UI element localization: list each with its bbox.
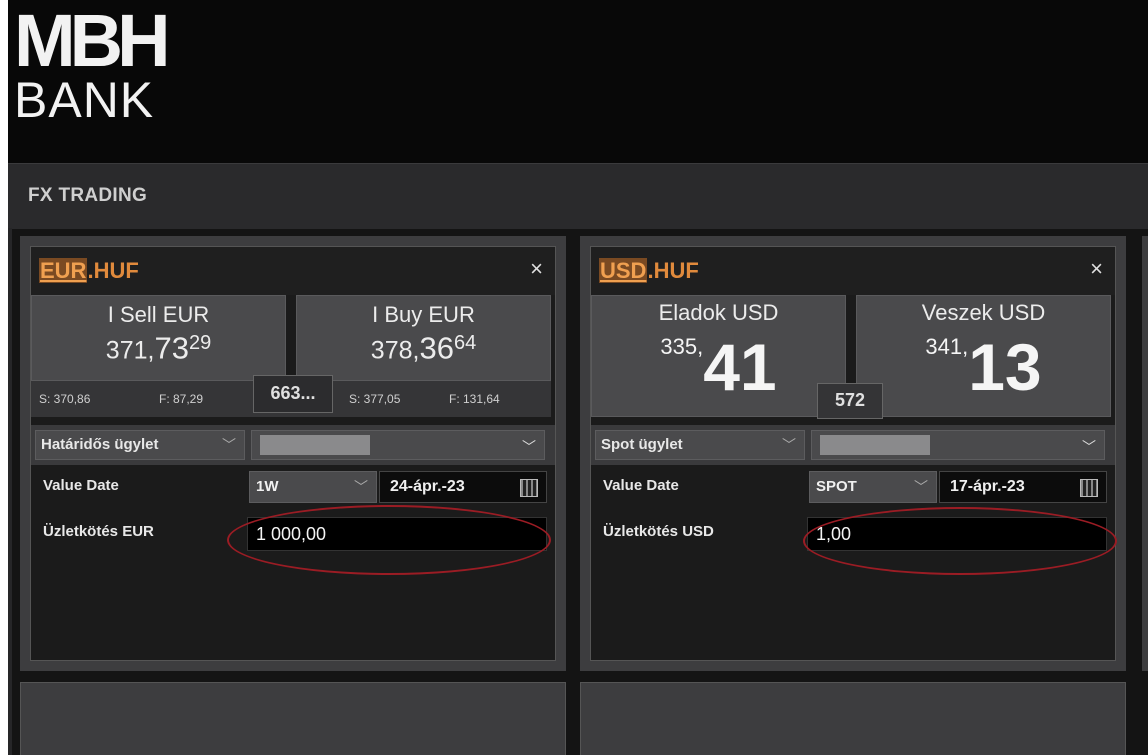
pair-quote: .HUF	[647, 258, 699, 283]
bank-logo: MBH BANK	[14, 0, 171, 128]
buy-price-pip: 64	[453, 332, 477, 354]
buy-price-lead: 378,	[370, 336, 420, 365]
tile-eurhuf-inner: EUR.HUF × I Sell EUR 371,7329 I Buy EUR …	[30, 246, 556, 661]
tile-header: USD.HUF ×	[591, 247, 1115, 295]
currency-pair[interactable]: USD.HUF	[599, 258, 699, 284]
next-tile-edge	[1142, 236, 1148, 671]
account-placeholder	[260, 435, 370, 455]
sell-label: I Sell EUR	[107, 302, 210, 327]
account-placeholder	[820, 435, 930, 455]
tenor-value: 1W	[256, 478, 279, 495]
sell-label: Eladok USD	[658, 300, 779, 325]
value-date-row: Value Date 1W ﹀ 24-ápr.-23	[31, 471, 555, 511]
sell-sub-f: F: 87,29	[159, 392, 204, 406]
sell-price-lead: 371,	[105, 336, 155, 365]
buy-price: 341,13	[857, 332, 1110, 412]
chevron-down-icon: ﹀	[354, 479, 368, 495]
tile-header: EUR.HUF ×	[31, 247, 555, 295]
value-date-row: Value Date SPOT ﹀ 17-ápr.-23	[591, 471, 1115, 511]
tile-empty-1	[20, 682, 566, 755]
close-icon[interactable]: ×	[1090, 256, 1103, 282]
tenor-select[interactable]: 1W ﹀	[249, 471, 377, 503]
spread-badge: 663...	[253, 375, 333, 413]
chevron-down-icon: ﹀	[522, 439, 536, 455]
chevron-down-icon: ﹀	[222, 437, 236, 453]
logo-mark: MBH	[14, 0, 171, 82]
app-frame: MBH BANK FX TRADING EUR.HUF × I Sell EUR…	[8, 0, 1148, 755]
chevron-down-icon: ﹀	[1082, 439, 1096, 455]
tile-eurhuf: EUR.HUF × I Sell EUR 371,7329 I Buy EUR …	[20, 236, 566, 671]
currency-pair[interactable]: EUR.HUF	[39, 258, 139, 284]
sell-price-big: 73	[154, 330, 189, 366]
buy-price-lead: 341,	[925, 334, 969, 359]
buy-price: 378,3664	[297, 328, 550, 365]
account-select[interactable]: ﹀	[811, 430, 1105, 460]
calendar-icon[interactable]	[520, 479, 538, 497]
pair-quote: .HUF	[87, 258, 139, 283]
logo-word: BANK	[14, 72, 155, 128]
sell-price-pip: 29	[188, 332, 212, 354]
tile-usdhuf-inner: USD.HUF × Eladok USD 335,41 Veszek USD 3…	[590, 246, 1117, 661]
tenor-select[interactable]: SPOT ﹀	[809, 471, 937, 503]
sell-price-big: 41	[703, 330, 777, 404]
buy-label: Veszek USD	[921, 300, 1046, 325]
deal-type-select[interactable]: Spot ügylet ﹀	[595, 430, 805, 460]
amount-input[interactable]: 1,00	[807, 517, 1107, 551]
buy-sub-f: F: 131,64	[449, 392, 500, 406]
buy-sub-s: S: 377,05	[349, 392, 401, 406]
header: MBH BANK	[8, 0, 1148, 163]
value-date-value: 24-ápr.-23	[390, 478, 465, 495]
buy-price-big: 13	[968, 330, 1042, 404]
pair-base[interactable]: USD	[599, 258, 648, 283]
chevron-down-icon: ﹀	[782, 437, 796, 453]
deal-type-value: Spot ügylet	[601, 436, 683, 453]
value-date-label: Value Date	[43, 477, 119, 494]
left-edge	[8, 228, 12, 755]
deal-row: Határidős ügylet ﹀ ﹀	[31, 425, 555, 465]
amount-row: Üzletkötés EUR 1 000,00	[31, 517, 555, 561]
sell-sub-s: S: 370,86	[39, 392, 91, 406]
value-date-input[interactable]: 24-ápr.-23	[379, 471, 547, 503]
buy-button[interactable]: I Buy EUR 378,3664	[296, 295, 551, 381]
value-date-label: Value Date	[603, 477, 679, 494]
buy-label: I Buy EUR	[372, 302, 475, 327]
tile-usdhuf: USD.HUF × Eladok USD 335,41 Veszek USD 3…	[580, 236, 1126, 671]
account-select[interactable]: ﹀	[251, 430, 545, 460]
amount-input[interactable]: 1 000,00	[247, 517, 547, 551]
deal-row: Spot ügylet ﹀ ﹀	[591, 425, 1115, 465]
calendar-icon[interactable]	[1080, 479, 1098, 497]
spread-badge: 572	[817, 383, 883, 419]
tile-empty-2	[580, 682, 1126, 755]
deal-type-value: Határidős ügylet	[41, 436, 159, 453]
value-date-input[interactable]: 17-ápr.-23	[939, 471, 1107, 503]
chevron-down-icon: ﹀	[914, 479, 928, 495]
buy-button[interactable]: Veszek USD 341,13	[856, 295, 1111, 417]
amount-row: Üzletkötés USD 1,00	[591, 517, 1115, 561]
tenor-value: SPOT	[816, 478, 857, 495]
amount-label: Üzletkötés EUR	[43, 523, 154, 540]
sell-button[interactable]: Eladok USD 335,41	[591, 295, 846, 417]
page-titlebar: FX TRADING	[8, 163, 1148, 229]
amount-label: Üzletkötés USD	[603, 523, 714, 540]
close-icon[interactable]: ×	[530, 256, 543, 282]
sell-price: 335,41	[592, 332, 845, 412]
deal-type-select[interactable]: Határidős ügylet ﹀	[35, 430, 245, 460]
sell-button[interactable]: I Sell EUR 371,7329	[31, 295, 286, 381]
page-title: FX TRADING	[28, 185, 148, 206]
value-date-value: 17-ápr.-23	[950, 478, 1025, 495]
sell-price-lead: 335,	[660, 334, 704, 359]
sell-price: 371,7329	[32, 328, 285, 365]
pair-base[interactable]: EUR	[39, 258, 88, 283]
buy-price-big: 36	[419, 330, 454, 366]
